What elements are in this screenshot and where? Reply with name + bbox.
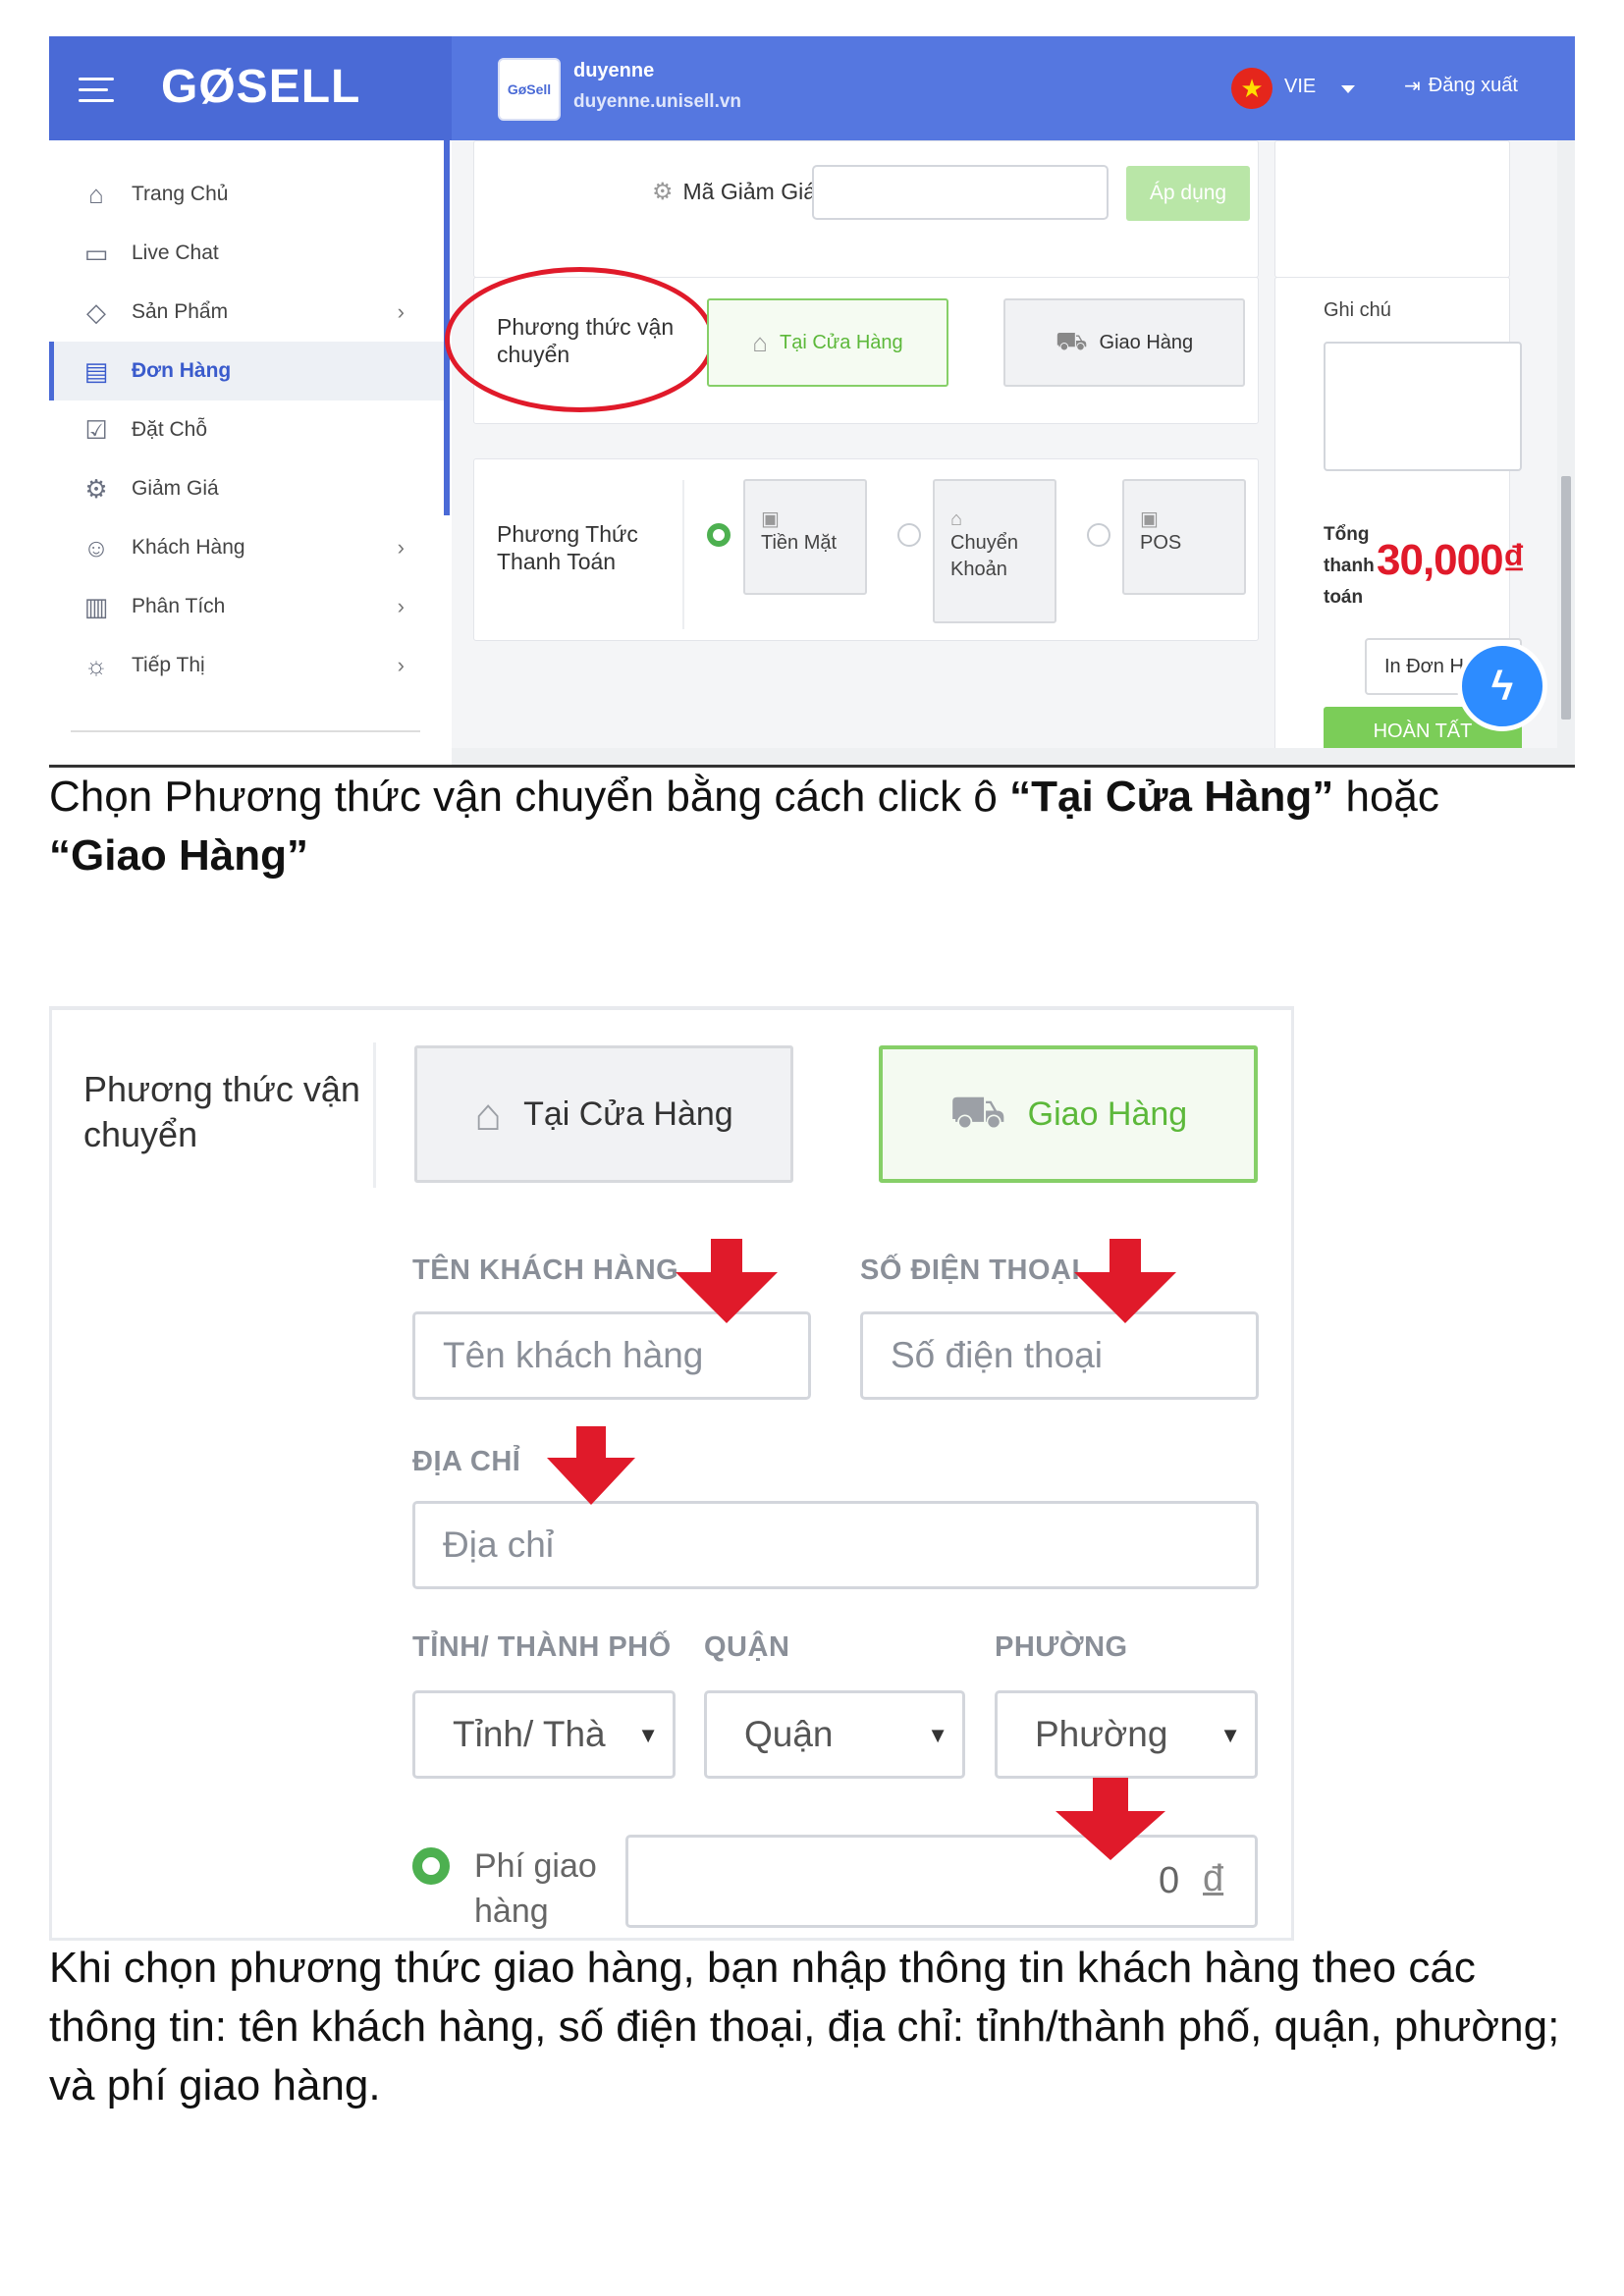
shipping-option-delivery[interactable]: ⛟ Giao Hàng (1003, 298, 1245, 387)
sidebar-item-label: Khách Hàng (132, 536, 245, 559)
store-name: duyenne (573, 60, 655, 81)
logout-label: Đăng xuất (1428, 75, 1518, 96)
divider (682, 480, 684, 629)
sidebar-item-label: Giảm Giá (132, 477, 219, 500)
bank-icon: ⌂ (950, 508, 963, 530)
home-icon: ⌂ (88, 179, 104, 209)
radio-pos[interactable] (1087, 523, 1110, 547)
store-avatar[interactable]: GøSell (498, 58, 561, 121)
scrollbar-thumb[interactable] (1561, 476, 1571, 720)
store-url: duyenne.unisell.vn (573, 91, 742, 112)
discount-icon: ⚙ (84, 473, 108, 504)
language-selector[interactable]: VIE (1284, 76, 1316, 98)
total-value: 30,000₫ (1377, 536, 1525, 584)
sidebar-item-discounts[interactable]: ⚙ Giảm Giá (49, 459, 444, 518)
chevron-right-icon: › (397, 535, 405, 560)
chat-icon: ▭ (83, 238, 109, 268)
total-label: Tổng thanh toán (1324, 524, 1375, 608)
shipping-fee-value: 0 (1159, 1860, 1180, 1901)
shipping-fee-label: Phí giao hàng (474, 1847, 597, 1930)
coupon-label: ⚙ Mã Giảm Giá (652, 179, 816, 205)
payment-option-cash[interactable]: ▣ Tiền Mặt (743, 479, 867, 595)
vietnam-flag-icon[interactable]: ★ (1231, 68, 1272, 109)
tag-icon: ◇ (86, 296, 106, 327)
truck-icon: ⛟ (948, 1086, 1006, 1137)
phone-input[interactable]: Số điện thoại (860, 1311, 1259, 1400)
screenshot-order-page: GØSELL GøSell duyenne duyenne.unisell.vn… (49, 36, 1575, 766)
discount-icon: ⚙ (652, 179, 674, 205)
note-textarea[interactable] (1324, 342, 1522, 471)
orders-icon: ▤ (83, 355, 109, 386)
caret-down-icon: ▼ (637, 1723, 659, 1747)
cash-icon: ▣ (761, 508, 780, 530)
caret-down-icon: ▼ (927, 1723, 948, 1747)
horizontal-scrollbar[interactable] (452, 748, 1557, 766)
coupon-input[interactable] (812, 165, 1109, 220)
address-label: ĐỊA CHỈ (412, 1446, 521, 1477)
chevron-down-icon[interactable] (1341, 85, 1355, 93)
ward-select[interactable]: Phường ▼ (995, 1690, 1258, 1779)
chevron-right-icon: › (397, 594, 405, 618)
pos-icon: ▣ (1140, 508, 1159, 530)
sidebar-item-home[interactable]: ⌂ Trang Chủ (49, 165, 444, 224)
divider (373, 1042, 376, 1188)
district-select[interactable]: Quận ▼ (704, 1690, 965, 1779)
calendar-icon: ☑ (84, 414, 108, 445)
province-select[interactable]: Tỉnh/ Thà ▼ (412, 1690, 676, 1779)
caption-shipping-method: Chọn Phương thức vận chuyển bằng cách cl… (49, 773, 1439, 880)
shipping-option-delivery[interactable]: ⛟ Giao Hàng (879, 1045, 1258, 1183)
store-icon: ⌂ (752, 327, 769, 357)
address-input[interactable]: Địa chỉ (412, 1501, 1259, 1589)
shipping-option-in-store[interactable]: ⌂ Tại Cửa Hàng (707, 298, 948, 387)
shipping-method-label: Phương thức vận chuyển (83, 1069, 360, 1154)
payment-option-pos[interactable]: ▣ POS (1122, 479, 1246, 595)
payment-method-label: Phương Thức Thanh Toán (497, 521, 638, 574)
logout-icon: ⇥ (1404, 76, 1421, 97)
sidebar-item-label: Đơn Hàng (132, 359, 232, 382)
radio-cash[interactable] (707, 523, 731, 547)
radio-bank-transfer[interactable] (897, 523, 921, 547)
shipping-fee-radio[interactable] (412, 1847, 450, 1885)
sidebar-item-analytics[interactable]: ▥ Phân Tích › (49, 577, 444, 636)
sidebar-divider (71, 730, 420, 732)
logout-button[interactable]: ⇥ Đăng xuất (1404, 74, 1518, 98)
shipping-option-in-store[interactable]: ⌂ Tại Cửa Hàng (414, 1045, 793, 1183)
chevron-right-icon: › (397, 653, 405, 677)
note-label: Ghi chú (1324, 299, 1391, 321)
sidebar-item-label: Sản Phẩm (132, 300, 229, 323)
highlight-circle (445, 267, 715, 412)
lightbulb-icon: ☼ (84, 650, 108, 680)
ward-label: PHƯỜNG (995, 1631, 1128, 1663)
payment-option-bank-transfer[interactable]: ⌂ Chuyển Khoản (933, 479, 1056, 623)
phone-label: SỐ ĐIỆN THOẠI (860, 1255, 1081, 1286)
customers-icon: ☺ (82, 532, 110, 562)
chevron-right-icon: › (397, 299, 405, 324)
truck-icon: ⛟ (1055, 325, 1088, 355)
caption-delivery-info: Khi chọn phương thức giao hàng, bạn nhập… (49, 1944, 1560, 2109)
side-card-top (1274, 140, 1510, 278)
sidebar-item-products[interactable]: ◇ Sản Phẩm › (49, 283, 444, 342)
province-label: TỈNH/ THÀNH PHỐ (412, 1631, 672, 1663)
gosell-logo: GØSELL (161, 61, 361, 113)
currency-label: đ (1203, 1858, 1224, 1899)
sidebar-item-label: Tiếp Thị (132, 654, 205, 676)
sidebar-item-label: Đặt Chỗ (132, 418, 208, 441)
sidebar-item-label: Trang Chủ (132, 183, 229, 205)
store-icon: ⌂ (474, 1089, 503, 1140)
sidebar-item-label: Phân Tích (132, 595, 226, 617)
customer-name-input[interactable]: Tên khách hàng (412, 1311, 811, 1400)
sidebar-item-booking[interactable]: ☑ Đặt Chỗ (49, 400, 444, 459)
messenger-icon[interactable]: ϟ (1457, 641, 1547, 731)
sidebar-item-orders[interactable]: ▤ Đơn Hàng (49, 342, 444, 400)
customer-name-label: TÊN KHÁCH HÀNG (412, 1255, 679, 1286)
sidebar-item-label: Live Chat (132, 241, 219, 264)
sidebar-item-customers[interactable]: ☺ Khách Hàng › (49, 518, 444, 577)
sidebar-item-marketing[interactable]: ☼ Tiếp Thị › (49, 636, 444, 695)
apply-coupon-button[interactable]: Áp dụng (1126, 166, 1250, 221)
district-label: QUẬN (704, 1631, 790, 1663)
analytics-icon: ▥ (83, 591, 109, 621)
sidebar-item-live-chat[interactable]: ▭ Live Chat (49, 224, 444, 283)
caret-down-icon: ▼ (1219, 1723, 1241, 1747)
menu-icon[interactable] (79, 78, 114, 103)
